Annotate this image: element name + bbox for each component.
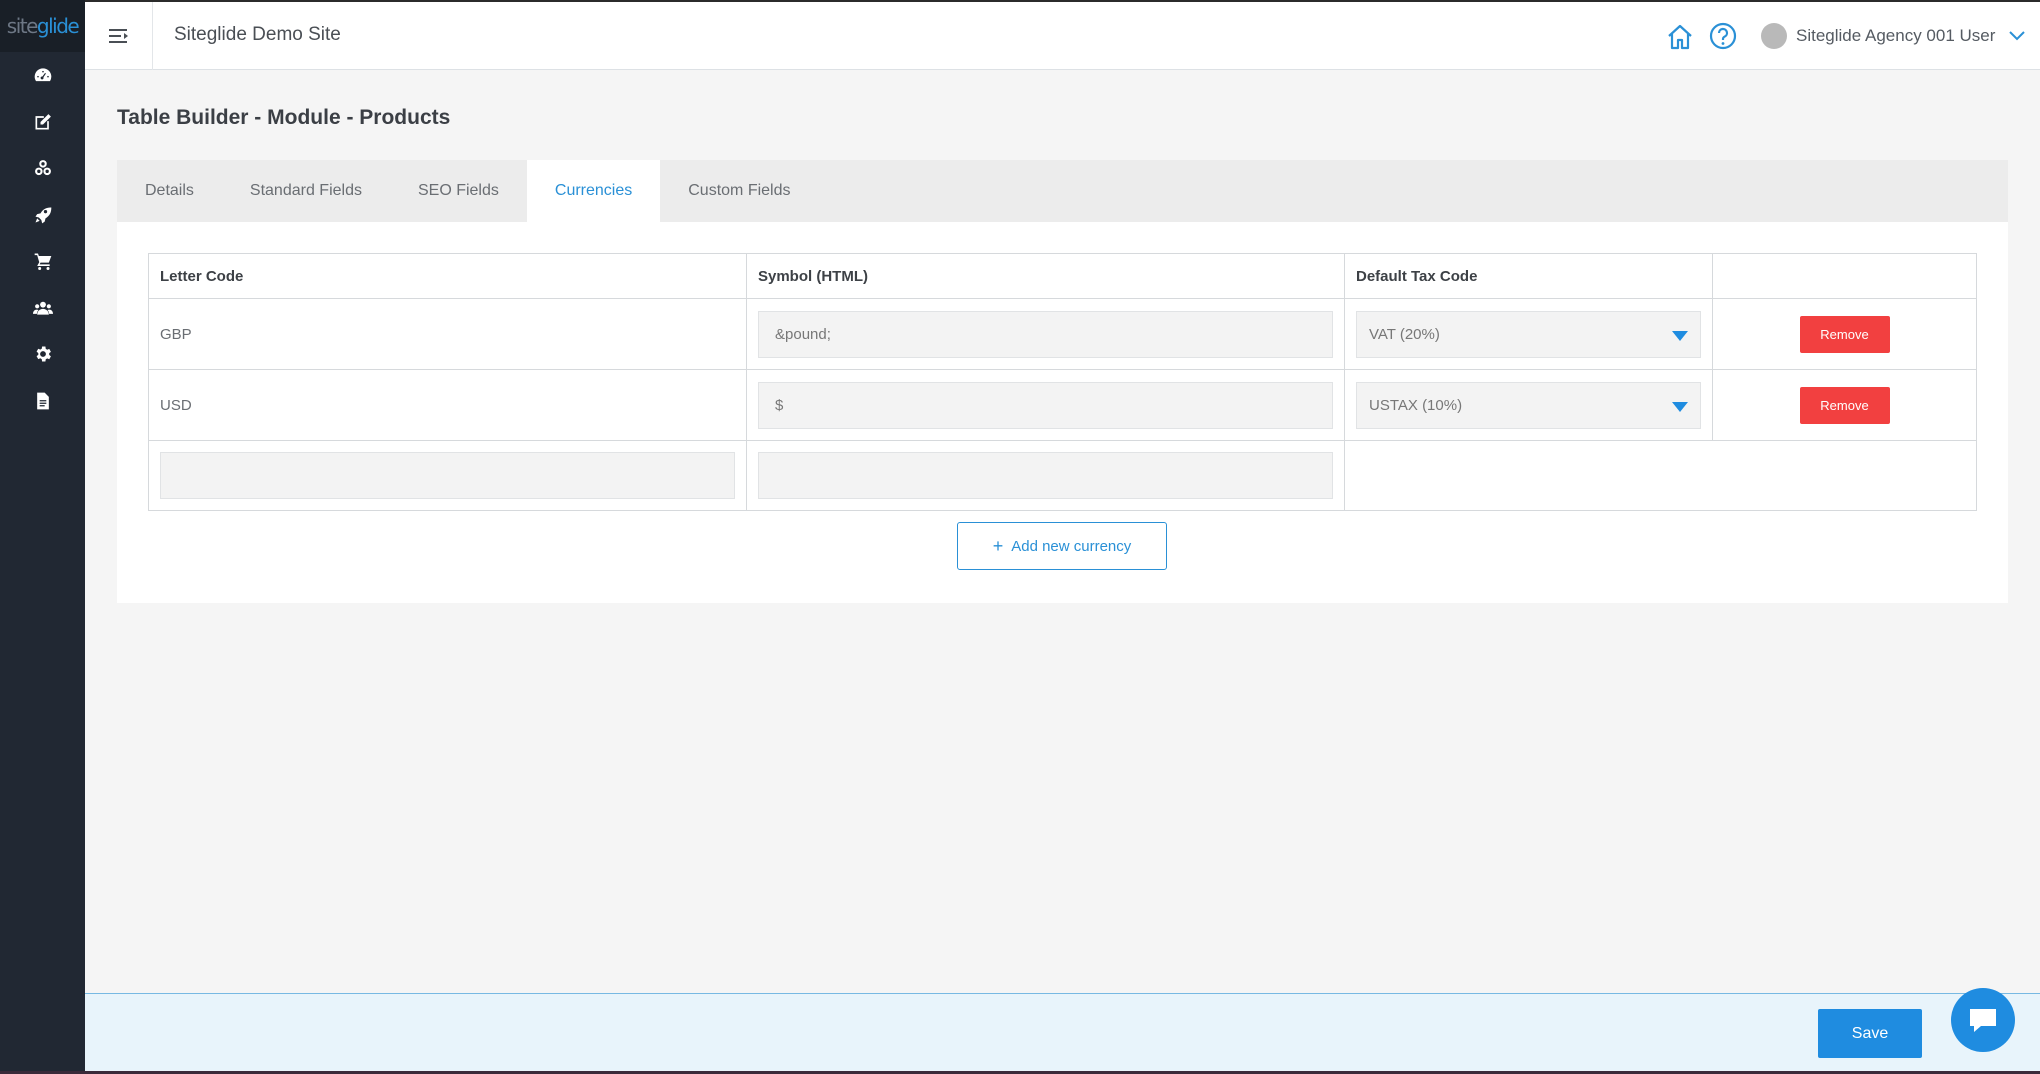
settings-icon: [36, 346, 51, 362]
sidebar-item-ecommerce[interactable]: [0, 238, 85, 285]
tax-code-select[interactable]: VAT (20%): [1356, 310, 1701, 358]
currencies-table: Letter Code Symbol (HTML) Default Tax Co…: [148, 253, 1977, 511]
tax-code-value: USTAX (10%): [1369, 396, 1463, 414]
sidebar-item-documents[interactable]: [0, 378, 85, 425]
tab-bar: Details Standard Fields SEO Fields Curre…: [117, 160, 2008, 222]
remove-button[interactable]: Remove: [1799, 315, 1890, 353]
actions-cell: Remove: [1712, 369, 1977, 441]
tax-code-cell: USTAX (10%): [1344, 369, 1713, 441]
avatar: [1761, 23, 1787, 49]
add-currency-label: Add new currency: [1011, 537, 1132, 555]
remove-button[interactable]: Remove: [1799, 386, 1890, 424]
chat-icon: [1970, 1009, 1996, 1032]
document-icon: [36, 392, 49, 410]
user-menu[interactable]: Siteglide Agency 001 User: [1761, 20, 2026, 52]
cart-icon: [34, 253, 51, 271]
tax-code-select[interactable]: USTAX (10%): [1356, 381, 1701, 429]
tab-custom-fields[interactable]: Custom Fields: [660, 160, 818, 222]
save-button[interactable]: Save: [1818, 1009, 1922, 1058]
new-row-empty-cell: [1344, 440, 1977, 511]
menu-toggle-button[interactable]: [85, 2, 153, 70]
siteglide-logo[interactable]: site glide: [0, 0, 85, 52]
column-header-tax-code: Default Tax Code: [1344, 253, 1713, 299]
symbol-input[interactable]: $: [758, 381, 1333, 429]
hamburger-icon: [108, 29, 128, 43]
column-header-letter-code: Letter Code: [148, 253, 747, 299]
chat-launcher-button[interactable]: [1951, 988, 2015, 1052]
tax-code-cell: VAT (20%): [1344, 298, 1713, 370]
tab-standard-fields[interactable]: Standard Fields: [222, 160, 390, 222]
sidebar-item-edit[interactable]: [0, 99, 85, 146]
new-symbol-input[interactable]: [758, 452, 1333, 499]
new-letter-code-cell: [148, 440, 747, 511]
edit-icon: [35, 113, 51, 130]
chevron-down-icon: [2009, 31, 2026, 41]
tab-seo-fields[interactable]: SEO Fields: [390, 160, 527, 222]
help-icon[interactable]: [1709, 22, 1737, 50]
table-row: USD $ USTAX (10%) Remove: [148, 369, 1977, 441]
letter-code-cell: GBP: [148, 298, 747, 370]
sidebar: site glide: [0, 0, 85, 1074]
currencies-panel: Letter Code Symbol (HTML) Default Tax Co…: [117, 222, 2008, 603]
user-name: Siteglide Agency 001 User: [1796, 26, 1996, 45]
sidebar-nav: [0, 52, 85, 424]
logo-text-glide: glide: [36, 14, 80, 38]
rocket-icon: [35, 207, 51, 224]
new-symbol-cell: [746, 440, 1345, 511]
sidebar-item-settings[interactable]: [0, 331, 85, 378]
page-title: Table Builder - Module - Products: [117, 106, 451, 129]
table-header-row: Letter Code Symbol (HTML) Default Tax Co…: [148, 253, 1977, 299]
home-icon[interactable]: [1665, 22, 1695, 52]
tab-details[interactable]: Details: [117, 160, 222, 222]
column-header-actions: [1712, 253, 1977, 299]
app-root: site glide Siteglide Demo Site Siteglide…: [0, 0, 2040, 1074]
column-header-symbol: Symbol (HTML): [746, 253, 1345, 299]
dashboard-icon: [34, 68, 51, 82]
table-row: GBP &pound; VAT (20%) Remove: [148, 298, 1977, 370]
sidebar-item-modules[interactable]: [0, 145, 85, 192]
sidebar-item-launch[interactable]: [0, 192, 85, 239]
symbol-cell: &pound;: [746, 298, 1345, 370]
new-currency-row: [148, 440, 1977, 511]
main-content: Table Builder - Module - Products Detail…: [85, 70, 2040, 993]
sidebar-item-dashboard[interactable]: [0, 52, 85, 99]
actions-cell: Remove: [1712, 298, 1977, 370]
tab-currencies[interactable]: Currencies: [526, 160, 661, 222]
site-name: Siteglide Demo Site: [174, 24, 341, 45]
symbol-input[interactable]: &pound;: [758, 310, 1333, 358]
add-currency-button[interactable]: + Add new currency: [957, 522, 1167, 570]
letter-code-cell: USD: [148, 369, 747, 441]
footer-bar: Save: [85, 993, 2040, 1074]
caret-down-icon: [1672, 331, 1688, 341]
symbol-cell: $: [746, 369, 1345, 441]
users-icon: [32, 301, 53, 315]
modules-icon: [34, 160, 51, 176]
sidebar-item-users[interactable]: [0, 285, 85, 332]
plus-icon: +: [992, 535, 1004, 556]
tax-code-value: VAT (20%): [1369, 325, 1440, 343]
top-bar: Siteglide Demo Site Siteglide Agency 001…: [85, 0, 2040, 70]
logo-text-site: site: [6, 14, 39, 38]
caret-down-icon: [1672, 402, 1688, 412]
new-letter-code-input[interactable]: [160, 452, 735, 499]
